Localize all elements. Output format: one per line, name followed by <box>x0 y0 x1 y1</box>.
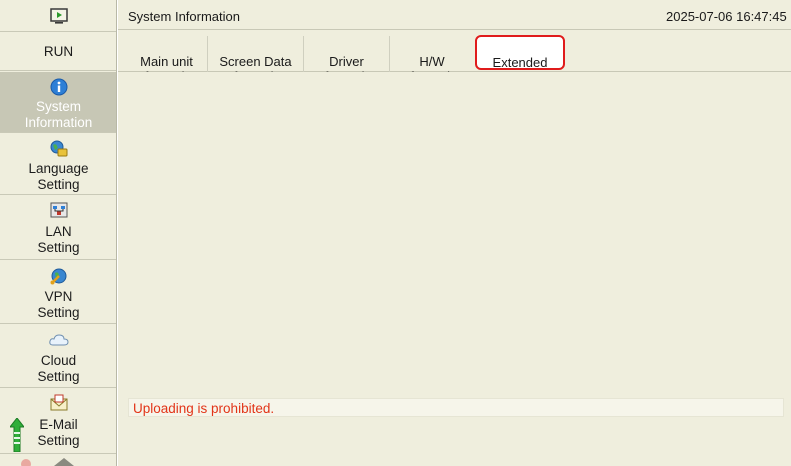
content-panel: Uploading is prohibited. <box>118 72 791 466</box>
globe-book-icon <box>50 140 67 157</box>
sidebar-item-top-icon[interactable] <box>0 0 116 32</box>
sidebar: RUN System Information Language Setting … <box>0 0 117 466</box>
status-message: Uploading is prohibited. <box>133 401 275 416</box>
sidebar-item-label: VPN Setting <box>37 289 80 320</box>
next-item-partial-icon <box>21 458 74 466</box>
sidebar-item-run[interactable]: RUN <box>0 33 116 71</box>
sidebar-item-system-information[interactable]: System Information <box>0 72 116 133</box>
tab-extended-information[interactable]: Extended Information <box>475 35 565 85</box>
tab-screen-data-information[interactable]: Screen Data Information <box>208 36 304 84</box>
sidebar-item-label: Language Setting <box>28 161 89 192</box>
sidebar-item-label: Cloud Setting <box>37 353 80 384</box>
mail-icon <box>50 394 67 411</box>
vpn-key-icon <box>50 268 66 285</box>
status-bar: Uploading is prohibited. <box>128 398 784 417</box>
sidebar-item-label: System Information <box>24 99 93 130</box>
sidebar-item-language-setting[interactable]: Language Setting <box>0 134 116 195</box>
tab-main-unit-information[interactable]: Main unit Information <box>126 36 208 84</box>
tab-hw-information[interactable]: H/W Information <box>390 36 474 84</box>
info-icon <box>50 78 67 96</box>
sidebar-item-cloud-setting[interactable]: Cloud Setting <box>0 325 116 388</box>
page-title: System Information <box>128 9 240 24</box>
sidebar-item-lan-setting[interactable]: LAN Setting <box>0 196 116 260</box>
datetime-display: 2025-07-06 16:47:45 <box>666 9 787 24</box>
sidebar-item-label: LAN Setting <box>37 224 80 255</box>
title-bar: System Information 2025-07-06 16:47:45 <box>118 0 791 30</box>
sidebar-item-vpn-setting[interactable]: VPN Setting <box>0 261 116 324</box>
sidebar-item-label: E-Mail Setting <box>37 417 80 448</box>
network-icon <box>50 202 67 218</box>
sidebar-item-label: RUN <box>43 43 74 59</box>
green-up-arrow-icon[interactable] <box>10 418 24 452</box>
monitor-play-icon <box>49 7 68 24</box>
cloud-icon <box>48 334 69 346</box>
tab-driver-information[interactable]: Driver Information <box>304 36 390 84</box>
tab-bar: Main unit Information Screen Data Inform… <box>118 30 791 85</box>
